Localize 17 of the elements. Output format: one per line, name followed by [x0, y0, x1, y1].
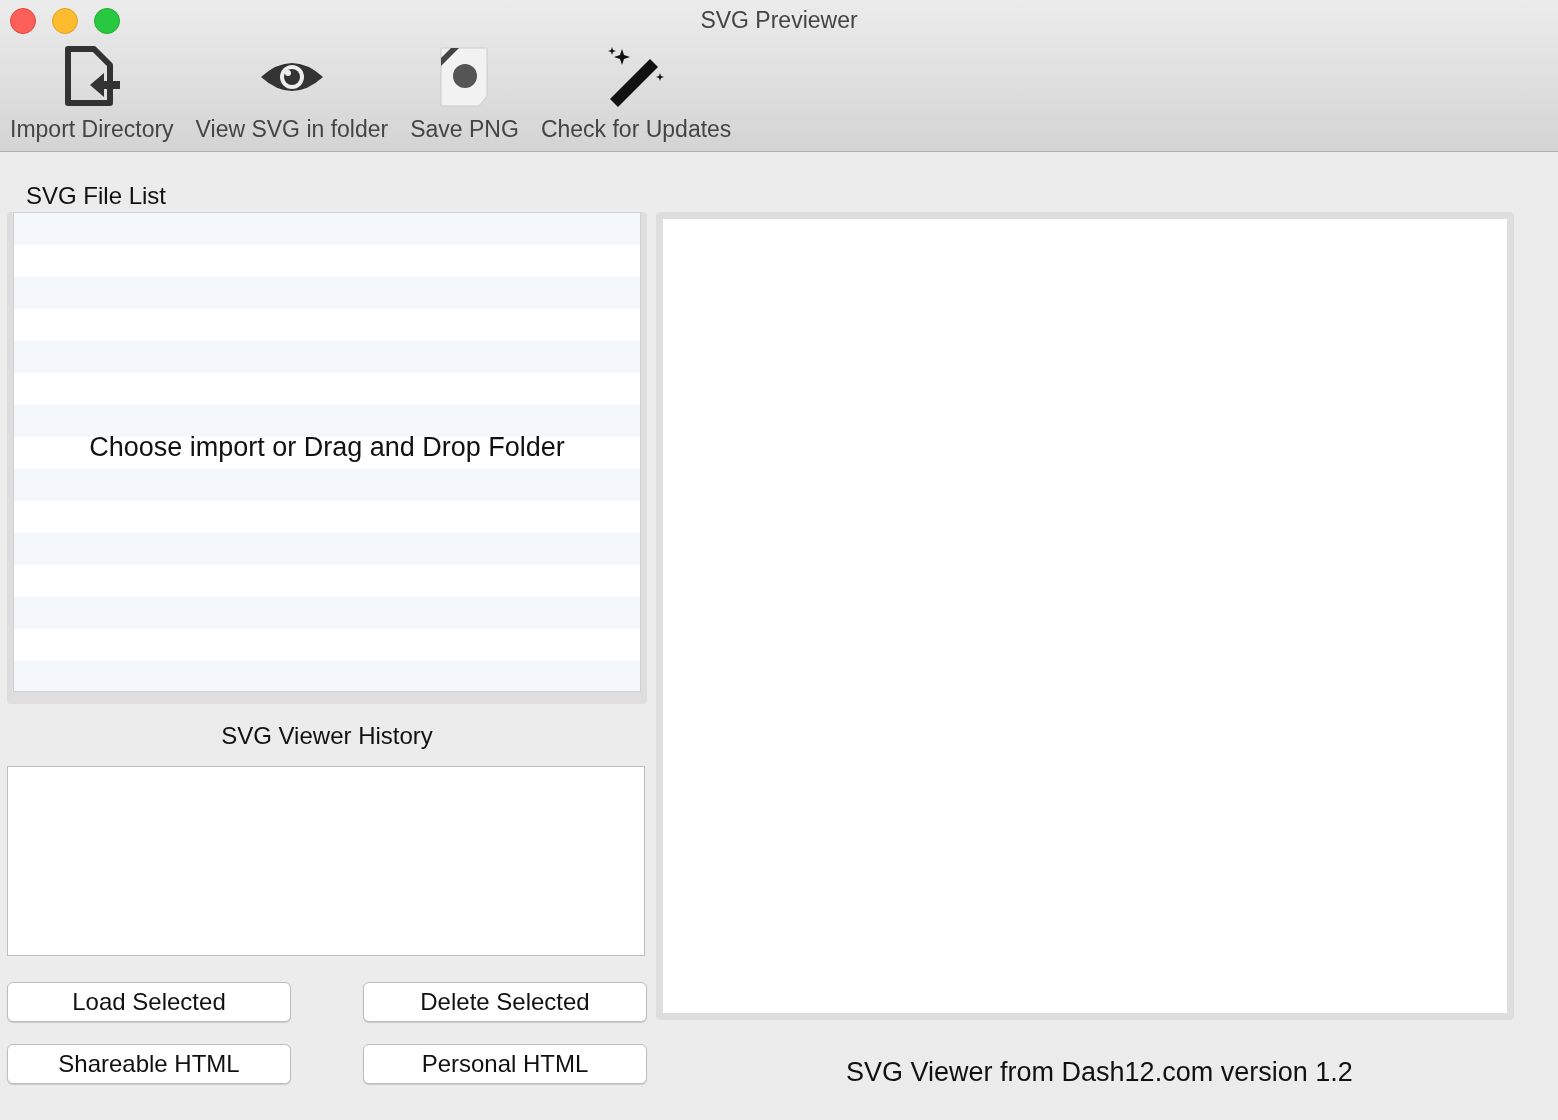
- toolbar-button[interactable]: View SVG in folder: [195, 44, 389, 147]
- file-list[interactable]: Choose import or Drag and Drop Folder: [13, 212, 641, 692]
- toolbar-button[interactable]: Import Directory: [10, 44, 174, 147]
- window-title: SVG Previewer: [700, 5, 858, 35]
- push-button[interactable]: Shareable HTML: [7, 1044, 291, 1084]
- toolbar-button[interactable]: Check for Updates: [540, 44, 732, 147]
- version-text: SVG Viewer from Dash12.com version 1.2: [846, 1056, 1354, 1089]
- zoom-button[interactable]: [94, 8, 120, 34]
- close-button[interactable]: [10, 8, 36, 34]
- minimize-button[interactable]: [52, 8, 78, 34]
- section-title: SVG Viewer History: [220, 721, 434, 751]
- toolbar-button[interactable]: Save PNG: [410, 44, 519, 147]
- push-button[interactable]: Delete Selected: [363, 982, 647, 1022]
- section-title: SVG File List: [26, 181, 168, 211]
- empty-list-message: Choose import or Drag and Drop Folder: [89, 430, 565, 464]
- push-button[interactable]: Load Selected: [7, 982, 291, 1022]
- push-button[interactable]: Personal HTML: [363, 1044, 647, 1084]
